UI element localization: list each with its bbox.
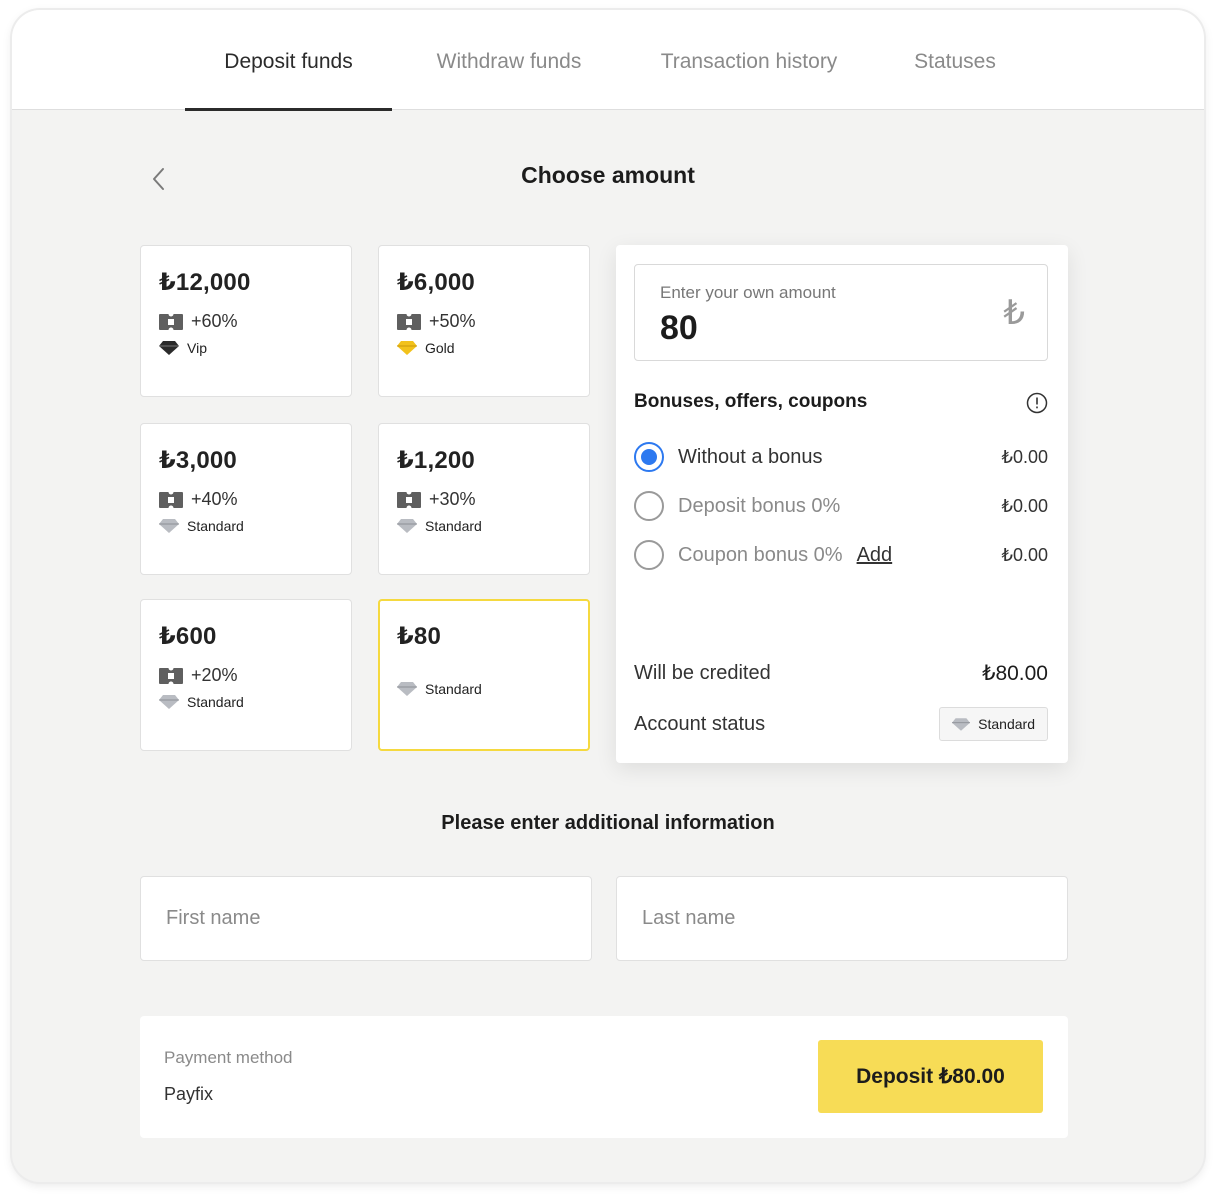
- card-status-label: Gold: [425, 340, 455, 356]
- payment-method-label: Payment method: [164, 1048, 293, 1067]
- ticket-icon: [159, 667, 183, 684]
- card-status-label: Standard: [425, 681, 482, 697]
- tab-transaction-history[interactable]: Transaction history: [642, 10, 856, 110]
- own-amount-field[interactable]: Enter your own amount ₺: [634, 264, 1048, 361]
- radio-selected-icon[interactable]: [634, 442, 664, 472]
- diamond-icon: [397, 519, 417, 533]
- card-status: Standard: [397, 518, 571, 534]
- payment-method-value: Payfix: [164, 1084, 214, 1104]
- card-bonus-label: +50%: [429, 311, 476, 331]
- bonus-option-label: Coupon bonus 0%: [678, 543, 843, 566]
- amount-card-6000[interactable]: ₺6,000 +50% Gold: [378, 245, 590, 397]
- card-bonus-label: +30%: [429, 489, 476, 509]
- bonus-option-value: ₺0.00: [1001, 446, 1049, 467]
- diamond-icon: [397, 341, 417, 355]
- card-status: Standard: [159, 694, 333, 710]
- tab-deposit-funds[interactable]: Deposit funds: [185, 10, 392, 111]
- credited-label: Will be credited: [634, 662, 771, 684]
- last-name-field[interactable]: [616, 876, 1068, 961]
- card-amount: ₺1,200: [397, 447, 475, 474]
- bonus-option-coupon[interactable]: Coupon bonus 0% Add ₺0.00: [634, 538, 1048, 572]
- card-status: Standard: [397, 681, 571, 697]
- radio-unselected-icon[interactable]: [634, 540, 664, 570]
- diamond-icon: [952, 717, 971, 731]
- card-bonus: +20%: [159, 665, 333, 686]
- ticket-icon: [397, 491, 421, 508]
- amount-card-3000[interactable]: ₺3,000 +40% Standard: [140, 423, 352, 575]
- card-bonus: +50%: [397, 311, 571, 332]
- first-name-input[interactable]: [141, 877, 591, 960]
- card-amount: ₺600: [159, 623, 217, 650]
- bonus-option-deposit[interactable]: Deposit bonus 0% ₺0.00: [634, 489, 1048, 523]
- bonus-option-label: Without a bonus: [678, 445, 823, 468]
- own-amount-label: Enter your own amount: [660, 283, 836, 302]
- card-amount: ₺6,000: [397, 269, 475, 296]
- tab-statuses[interactable]: Statuses: [897, 10, 1013, 110]
- card-status: Standard: [159, 518, 333, 534]
- card-bonus: +30%: [397, 489, 571, 510]
- card-status-label: Standard: [425, 518, 482, 534]
- card-status: Vip: [159, 340, 333, 356]
- card-amount: ₺3,000: [159, 447, 237, 474]
- diamond-icon: [159, 341, 179, 355]
- additional-info-title: Please enter additional information: [441, 812, 775, 834]
- tab-withdraw-funds[interactable]: Withdraw funds: [414, 10, 604, 110]
- amount-card-80[interactable]: ₺80 Standard: [378, 599, 590, 751]
- account-status-row: Account status Standard: [634, 707, 1048, 741]
- page-title: Choose amount: [521, 162, 695, 188]
- status-badge: Standard: [939, 707, 1048, 741]
- bonus-option-value: ₺0.00: [1001, 495, 1049, 516]
- diamond-icon: [159, 695, 179, 709]
- ticket-icon: [159, 313, 183, 330]
- amount-panel: Enter your own amount ₺ Bonuses, offers,…: [616, 245, 1068, 763]
- card-bonus-label: +60%: [191, 311, 238, 331]
- credited-row: Will be credited ₺80.00: [634, 661, 1048, 686]
- diamond-icon: [397, 682, 417, 696]
- bonus-option-label: Deposit bonus 0%: [678, 494, 841, 517]
- bonuses-title: Bonuses, offers, coupons: [634, 391, 868, 412]
- ticket-icon: [159, 491, 183, 508]
- last-name-input[interactable]: [617, 877, 1067, 960]
- radio-unselected-icon[interactable]: [634, 491, 664, 521]
- card-bonus-label: +20%: [191, 665, 238, 685]
- account-status-label: Account status: [634, 712, 766, 735]
- deposit-button[interactable]: Deposit ₺80.00: [818, 1040, 1043, 1113]
- amount-card-12000[interactable]: ₺12,000 +60% Vip: [140, 245, 352, 397]
- own-amount-input[interactable]: [660, 309, 960, 348]
- ticket-icon: [397, 313, 421, 330]
- card-status: Gold: [397, 340, 571, 356]
- card-status-label: Vip: [187, 340, 207, 356]
- lira-icon: ₺: [1003, 294, 1025, 332]
- status-badge-label: Standard: [978, 716, 1035, 732]
- add-coupon-link[interactable]: Add: [857, 544, 893, 567]
- card-status-label: Standard: [187, 694, 244, 710]
- card-bonus-label: +40%: [191, 489, 238, 509]
- bonus-option-none[interactable]: Without a bonus ₺0.00: [634, 440, 1048, 474]
- info-icon[interactable]: [1026, 392, 1048, 419]
- card-amount: ₺12,000: [159, 269, 251, 296]
- deposit-window: Deposit funds Withdraw funds Transaction…: [12, 10, 1204, 1182]
- card-amount: ₺80: [397, 623, 441, 650]
- card-bonus: +60%: [159, 311, 333, 332]
- tab-bar: Deposit funds Withdraw funds Transaction…: [12, 10, 1204, 111]
- first-name-field[interactable]: [140, 876, 592, 961]
- bonus-option-value: ₺0.00: [1001, 544, 1049, 565]
- amount-card-1200[interactable]: ₺1,200 +30% Standard: [378, 423, 590, 575]
- credited-value: ₺80.00: [982, 662, 1048, 685]
- payment-bar: Payment method Payfix Deposit ₺80.00: [140, 1016, 1068, 1138]
- card-bonus: +40%: [159, 489, 333, 510]
- card-status-label: Standard: [187, 518, 244, 534]
- amount-card-600[interactable]: ₺600 +20% Standard: [140, 599, 352, 751]
- diamond-icon: [159, 519, 179, 533]
